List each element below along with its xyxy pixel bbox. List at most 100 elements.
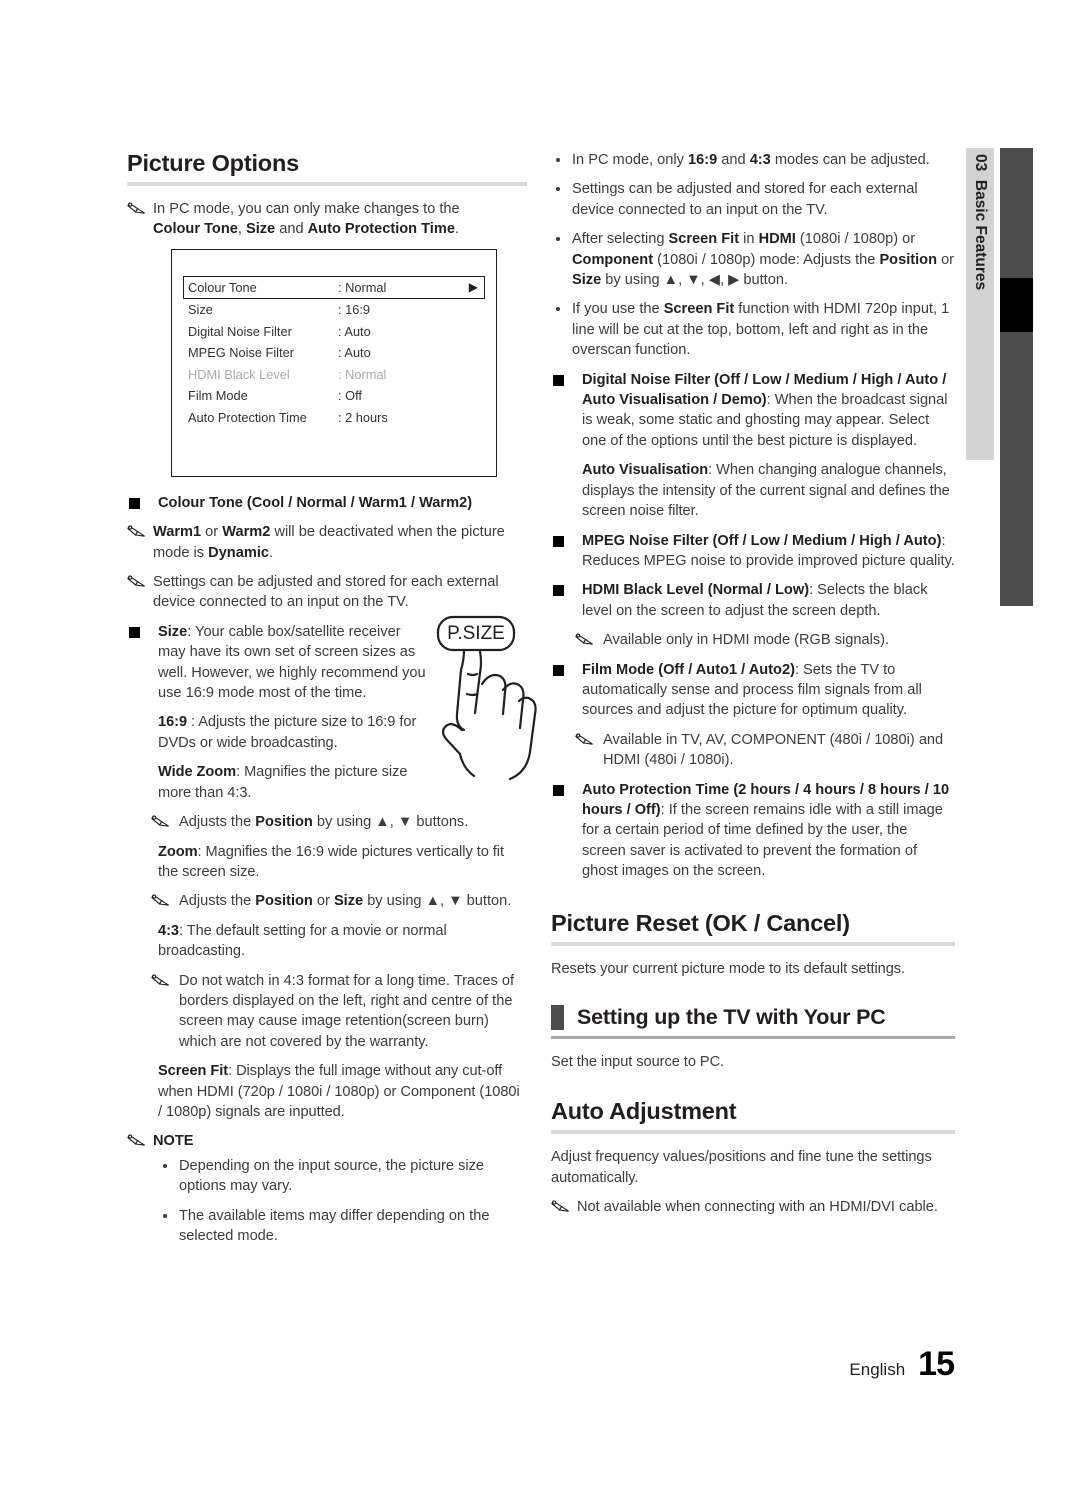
wide-zoom-label: Wide Zoom [158,764,237,781]
film-mode-block: Film Mode (Off / Auto1 / Auto2): Sets th… [551,660,955,721]
bullet-text: (1080i / 1080p) or [795,231,916,248]
note-bullet-2: The available items may differ depending… [127,1206,527,1247]
note-bullet-1-text: Depending on the input source, the pictu… [179,1157,485,1195]
psize-button-label: P.SIZE [447,623,505,644]
warm-or: or [201,524,223,541]
bullet-bold-term: Position [879,251,938,268]
osd-row[interactable]: Auto Protection Time: 2 hours [183,407,485,429]
size-169-label: 16:9 [158,714,188,731]
pencil-icon [151,973,171,994]
position-label: Position [255,814,313,831]
osd-row[interactable]: Digital Noise Filter : Auto [183,320,485,342]
chevron-right-icon[interactable]: ▶ [469,280,480,294]
intro-note-line1: In PC mode, you can only make changes to… [153,201,460,217]
warm2-label: Warm2 [222,524,271,541]
picture-reset-text: Resets your current picture mode to its … [551,960,906,977]
osd-row-label: Auto Protection Time [188,410,307,426]
note-heading: NOTE [127,1131,527,1151]
mpeg-label: MPEG Noise Filter (Off / Low / Medium / … [582,532,942,549]
bullet-text: Settings can be adjusted and stored for … [572,181,918,218]
bullet-bold-term: Component [572,251,654,268]
osd-row-value: : Normal [338,366,387,382]
size-43-note-text: Do not watch in 4:3 format for a long ti… [179,972,515,1050]
size-43-block: 4:3: The default setting for a movie or … [127,921,527,962]
dot-bullet-icon [163,1163,167,1168]
picture-reset-rule [551,941,955,946]
osd-row-value: : Off [338,388,362,404]
psize-button-illustration: P.SIZE [424,612,542,787]
osd-row[interactable]: Colour Tone : Normal ▶ [183,275,485,299]
auto-adjustment-note-text: Not available when connecting with an HD… [577,1199,938,1216]
hdmi-black-level-label: HDMI Black Level (Normal / Low) [582,582,810,599]
intro-sep2: and [275,221,308,238]
dot-bullet-icon [556,187,560,192]
colour-tone-option-heading: Colour Tone (Cool / Normal / Warm1 / War… [127,493,527,513]
setting-up-tv-heading-text: Setting up the TV with Your PC [577,1005,886,1029]
chapter-index-bar [1000,148,1033,606]
square-bullet-icon [553,784,564,796]
intro-bold-apt: Auto Protection Time [307,221,455,238]
right-column: In PC mode, only 16:9 and 4:3 modes can … [551,150,955,1227]
settings-stored-text: Settings can be adjusted and stored for … [153,574,499,611]
pencil-icon [551,1199,571,1220]
osd-row[interactable]: Size: 16:9 [183,299,485,321]
pencil-icon [151,814,171,835]
pencil-icon [127,201,147,222]
pencil-icon [127,1133,147,1154]
pencil-icon [127,574,147,595]
size-text: : Your cable box/satellite receiver may … [158,623,426,702]
auto-visualisation-label: Auto Visualisation [582,462,709,479]
footer-page-number: 15 [918,1345,955,1383]
bullet-bold-term: Screen Fit [668,231,740,248]
size-43-label: 4:3 [158,922,179,939]
footer-language: English [849,1360,906,1379]
osd-row-label: Digital Noise Filter [188,323,292,339]
dot-bullet-icon [556,158,560,162]
size-zoom-block: Zoom: Magnifies the 16:9 wide pictures v… [127,842,527,883]
zoom-note-or: or [312,893,334,910]
auto-visualisation-block: Auto Visualisation: When changing analog… [551,460,955,521]
intro-bold-size: Size [245,221,276,238]
intro-bold-colour-tone: Colour Tone [153,221,238,238]
osd-row-value: : Auto [338,323,371,339]
auto-protection-time-block: Auto Protection Time (2 hours / 4 hours … [551,780,955,882]
manual-page: Picture Options In PC mode, you can only… [0,0,1080,1494]
bullet-bold-term: Size [572,272,602,289]
osd-row-label: Size [188,302,213,318]
osd-row[interactable]: HDMI Black Level : Normal [183,364,485,386]
bullet-text: If you use the [572,301,664,318]
pencil-icon [151,893,171,914]
setting-up-text: Set the input source to PC. [551,1054,725,1070]
bullet-bold-term: 4:3 [749,152,771,168]
zoom-note: Adjusts the Position or Size by using ▲,… [127,891,527,911]
picture-options-bullet: After selecting Screen Fit in HDMI (1080… [551,229,955,290]
osd-row-label: Colour Tone [188,279,257,295]
dot-bullet-icon [556,237,560,242]
square-bullet-icon [553,664,564,676]
size-43-note: Do not watch in 4:3 format for a long ti… [127,971,527,1053]
hdmi-black-level-block: HDMI Black Level (Normal / Low): Selects… [551,580,955,621]
page-title: Picture Options [127,150,299,176]
auto-adjustment-rule [551,1130,955,1135]
osd-row-label: HDMI Black Level [188,366,290,382]
pencil-icon [575,732,595,753]
hdmi-black-level-note-text: Available only in HDMI mode (RGB signals… [603,632,890,649]
zoom-label: Zoom [158,843,198,860]
intro-note: In PC mode, you can only make changes to… [127,199,527,240]
dynamic-label: Dynamic [208,544,269,561]
note-bullet-1: Depending on the input source, the pictu… [127,1156,527,1197]
square-bullet-icon [553,535,564,547]
osd-row-label: MPEG Noise Filter [188,345,294,361]
osd-row-value: : Normal [338,279,387,295]
osd-row[interactable]: Film Mode: Off [183,385,485,407]
setting-up-tv-heading: Setting up the TV with Your PC [551,1005,955,1036]
screen-fit-label: Screen Fit [158,1063,229,1080]
osd-row[interactable]: MPEG Noise Filter: Auto [183,342,485,364]
bullet-bold-term: Screen Fit [663,301,735,318]
square-bullet-icon [129,497,140,509]
bullet-text: After selecting [572,231,669,248]
bullet-text: in [739,231,759,248]
bullet-text: (1080i / 1080p) mode: Adjusts the [653,251,880,268]
film-mode-note: Available in TV, AV, COMPONENT (480i / 1… [551,730,955,771]
warm-note-period: . [269,544,274,561]
